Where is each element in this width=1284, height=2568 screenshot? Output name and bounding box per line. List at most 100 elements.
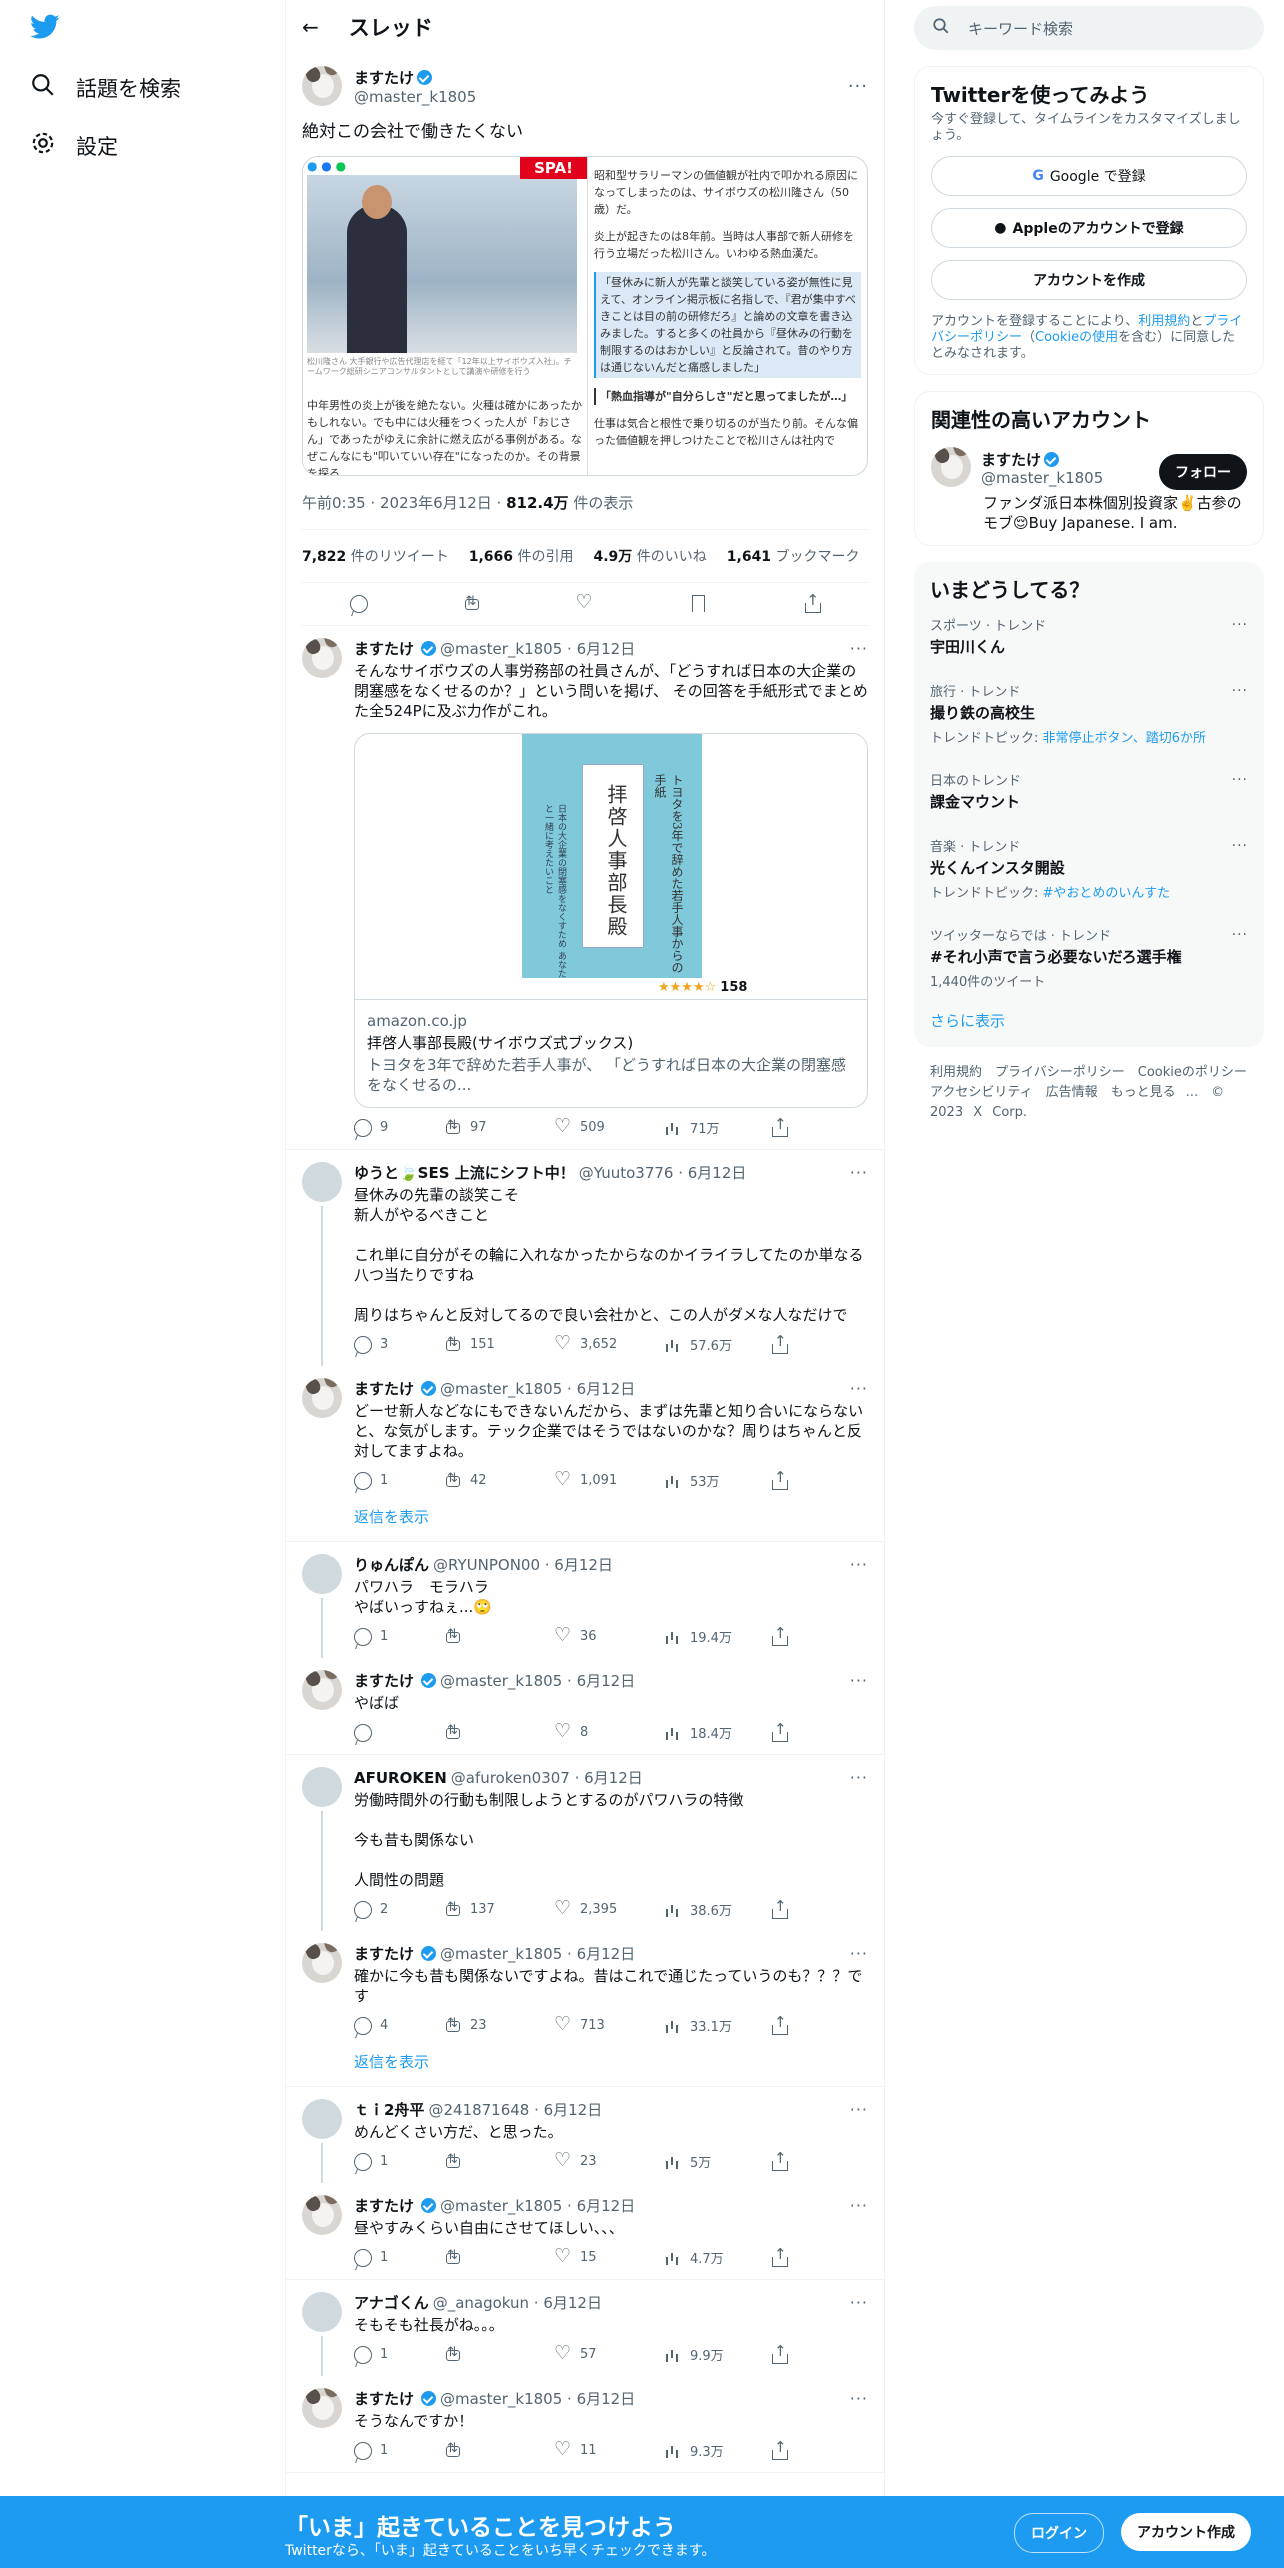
avatar[interactable] [302, 1378, 342, 1418]
like-button[interactable]: 11 [554, 2438, 664, 2460]
retweet-button[interactable]: 42 [444, 1471, 554, 1490]
like-button[interactable]: 2,395 [554, 1897, 664, 1919]
views-button[interactable]: 19.4万 [664, 1627, 754, 1646]
author-name[interactable]: りゅんぽん [354, 1554, 429, 1575]
like-icon[interactable] [576, 591, 594, 613]
reply-tweet[interactable]: AFUROKEN @afuroken0307 · 6月12日 ··· 労働時間外の行動… [286, 1755, 884, 1931]
author-name[interactable]: ますたけ [354, 2388, 414, 2409]
reply-tweet[interactable]: ますたけ @master_k1805 · 6月12日 ··· 確かに今も昔も関係ないで… [286, 1931, 884, 2047]
reply-tweet[interactable]: ますたけ @master_k1805 · 6月12日 ··· そんなサイボウズの人事労… [286, 626, 884, 1149]
share-button[interactable] [770, 2438, 788, 2460]
like-button[interactable]: 509 [554, 1115, 664, 1137]
author-name[interactable]: ますたけ [354, 1670, 414, 1691]
trend-item[interactable]: 旅行 · トレンド 撮り鉄の高校生 トレンドトピック: 非常停止ボタン、踏切6か所 ·… [930, 669, 1248, 758]
author-handle[interactable]: @RYUNPON00 · 6月12日 [433, 1554, 613, 1575]
author-name[interactable]: ますたけ [354, 69, 414, 87]
create-account-button[interactable]: アカウントを作成 [931, 260, 1247, 300]
reply-button[interactable]: 9 [354, 1118, 444, 1137]
avatar[interactable] [302, 1767, 342, 1807]
retweet-button[interactable] [444, 2345, 554, 2364]
cookie-link[interactable]: Cookieの使用 [1035, 330, 1118, 345]
author-name[interactable]: AFUROKEN [354, 1769, 447, 1787]
retweet-button[interactable]: 23 [444, 2016, 554, 2035]
avatar[interactable] [302, 1943, 342, 1983]
retweet-button[interactable]: 97 [444, 1118, 554, 1137]
author-handle[interactable]: @master_k1805 [354, 88, 476, 106]
bookmark-stat[interactable]: 1,641 ブックマーク [727, 546, 860, 566]
link-card[interactable]: 日本の大企業の閉塞感をなくすため あなたと一緒に考えたいこと 拝啓人事部長殿 トヨタ… [354, 733, 868, 1108]
more-options-icon[interactable]: ··· [850, 1379, 868, 1398]
trend-item[interactable]: 音楽 · トレンド 光くんインスタ開設 トレンドトピック: #やおとめのいんすた ··… [930, 824, 1248, 913]
reply-button[interactable]: 1 [354, 2441, 444, 2460]
nav-settings[interactable]: 設定 [30, 130, 118, 161]
avatar[interactable] [931, 447, 971, 487]
reply-button[interactable] [354, 1723, 444, 1742]
retweet-button[interactable]: 137 [444, 1900, 554, 1919]
retweet-button[interactable]: 151 [444, 1335, 554, 1354]
views-button[interactable]: 4.7万 [664, 2248, 754, 2267]
author-name[interactable]: ｔｉ2舟平 [354, 2099, 424, 2120]
show-replies-link[interactable]: 返信を表示 [286, 1502, 884, 1541]
avatar[interactable] [302, 2099, 342, 2139]
search-input[interactable]: キーワード検索 [914, 6, 1264, 50]
show-replies-link[interactable]: 返信を表示 [286, 2047, 884, 2086]
author-handle[interactable]: @master_k1805 · 6月12日 [440, 2388, 635, 2409]
views-button[interactable]: 18.4万 [664, 1723, 754, 1742]
more-options-icon[interactable]: ··· [1232, 683, 1248, 699]
share-button[interactable] [770, 1115, 788, 1137]
reply-tweet[interactable]: りゅんぽん @RYUNPON00 · 6月12日 ··· パワハラ モラハラ やばいっ… [286, 1542, 884, 1658]
share-button[interactable] [770, 1897, 788, 1919]
more-options-icon[interactable]: ··· [850, 2389, 868, 2408]
follow-button[interactable]: フォロー [1159, 454, 1247, 490]
avatar[interactable] [302, 1162, 342, 1202]
share-button[interactable] [770, 2245, 788, 2267]
more-options-icon[interactable]: ··· [848, 76, 868, 97]
more-options-icon[interactable]: ··· [850, 1768, 868, 1787]
author-handle[interactable]: @master_k1805 · 6月12日 [440, 2195, 635, 2216]
like-stat[interactable]: 4.9万 件のいいね [594, 546, 707, 566]
author-name[interactable]: ゆうと🍃SES 上流にシフト中！ [354, 1162, 575, 1183]
author-handle[interactable]: @master_k1805 · 6月12日 [440, 1670, 635, 1691]
share-button[interactable] [770, 1468, 788, 1490]
views-button[interactable]: 9.3万 [664, 2441, 754, 2460]
retweet-icon[interactable] [463, 594, 481, 613]
avatar[interactable] [302, 1670, 342, 1710]
more-options-icon[interactable]: ··· [850, 639, 868, 658]
views-button[interactable]: 71万 [664, 1118, 754, 1137]
author-handle[interactable]: @Yuuto3776 · 6月12日 [579, 1162, 747, 1183]
author-handle[interactable]: @master_k1805 · 6月12日 [440, 1378, 635, 1399]
share-button[interactable] [770, 2149, 788, 2171]
author-handle[interactable]: @master_k1805 · 6月12日 [440, 1943, 635, 1964]
views-button[interactable]: 33.1万 [664, 2016, 754, 2035]
like-button[interactable]: 15 [554, 2245, 664, 2267]
avatar[interactable] [302, 2388, 342, 2428]
more-options-icon[interactable]: ··· [1232, 772, 1248, 788]
footer-links[interactable]: 利用規約 プライバシーポリシー Cookieのポリシー アクセシビリティ 広告情… [914, 1047, 1264, 1139]
author-name[interactable]: アナゴくん [354, 2292, 429, 2313]
reply-button[interactable]: 1 [354, 1627, 444, 1646]
views-button[interactable]: 57.6万 [664, 1335, 754, 1354]
reply-button[interactable]: 1 [354, 1471, 444, 1490]
reply-tweet[interactable]: ますたけ @master_k1805 · 6月12日 ··· 昼やすみくらい自由にさせ… [286, 2183, 884, 2279]
reply-tweet[interactable]: ますたけ @master_k1805 · 6月12日 ··· どーせ新人などなにもでき… [286, 1366, 884, 1502]
views-button[interactable]: 9.9万 [664, 2345, 754, 2364]
trend-item[interactable]: ツイッターならでは · トレンド #それ小声で言う必要ないだろ選手権 1,440件の… [930, 913, 1248, 1002]
avatar[interactable] [302, 2292, 342, 2332]
apple-signup-button[interactable]: ● Appleのアカウントで登録 [931, 208, 1247, 248]
more-options-icon[interactable]: ··· [850, 1555, 868, 1574]
share-button[interactable] [770, 2342, 788, 2364]
trend-item[interactable]: スポーツ · トレンド 宇田川くん ··· [930, 603, 1248, 669]
twitter-logo-icon[interactable] [30, 14, 60, 44]
more-options-icon[interactable]: ··· [850, 1671, 868, 1690]
reply-button[interactable]: 2 [354, 1900, 444, 1919]
retweet-button[interactable] [444, 1723, 554, 1742]
author-handle[interactable]: @241871648 · 6月12日 [428, 2099, 602, 2120]
show-more-link[interactable]: さらに表示 [930, 1002, 1248, 1035]
article-image[interactable]: ● ● ● SPA! 松川隆さん 大手銀行や広告代理店を経て「12年以上サイボウ… [302, 156, 868, 476]
reply-tweet[interactable]: ますたけ @master_k1805 · 6月12日 ··· やばば 818.4万 [286, 1658, 884, 1754]
avatar[interactable] [302, 638, 342, 678]
more-options-icon[interactable]: ··· [850, 1163, 868, 1182]
retweet-button[interactable] [444, 2441, 554, 2460]
author-name[interactable]: ますたけ [354, 1943, 414, 1964]
views-button[interactable]: 38.6万 [664, 1900, 754, 1919]
